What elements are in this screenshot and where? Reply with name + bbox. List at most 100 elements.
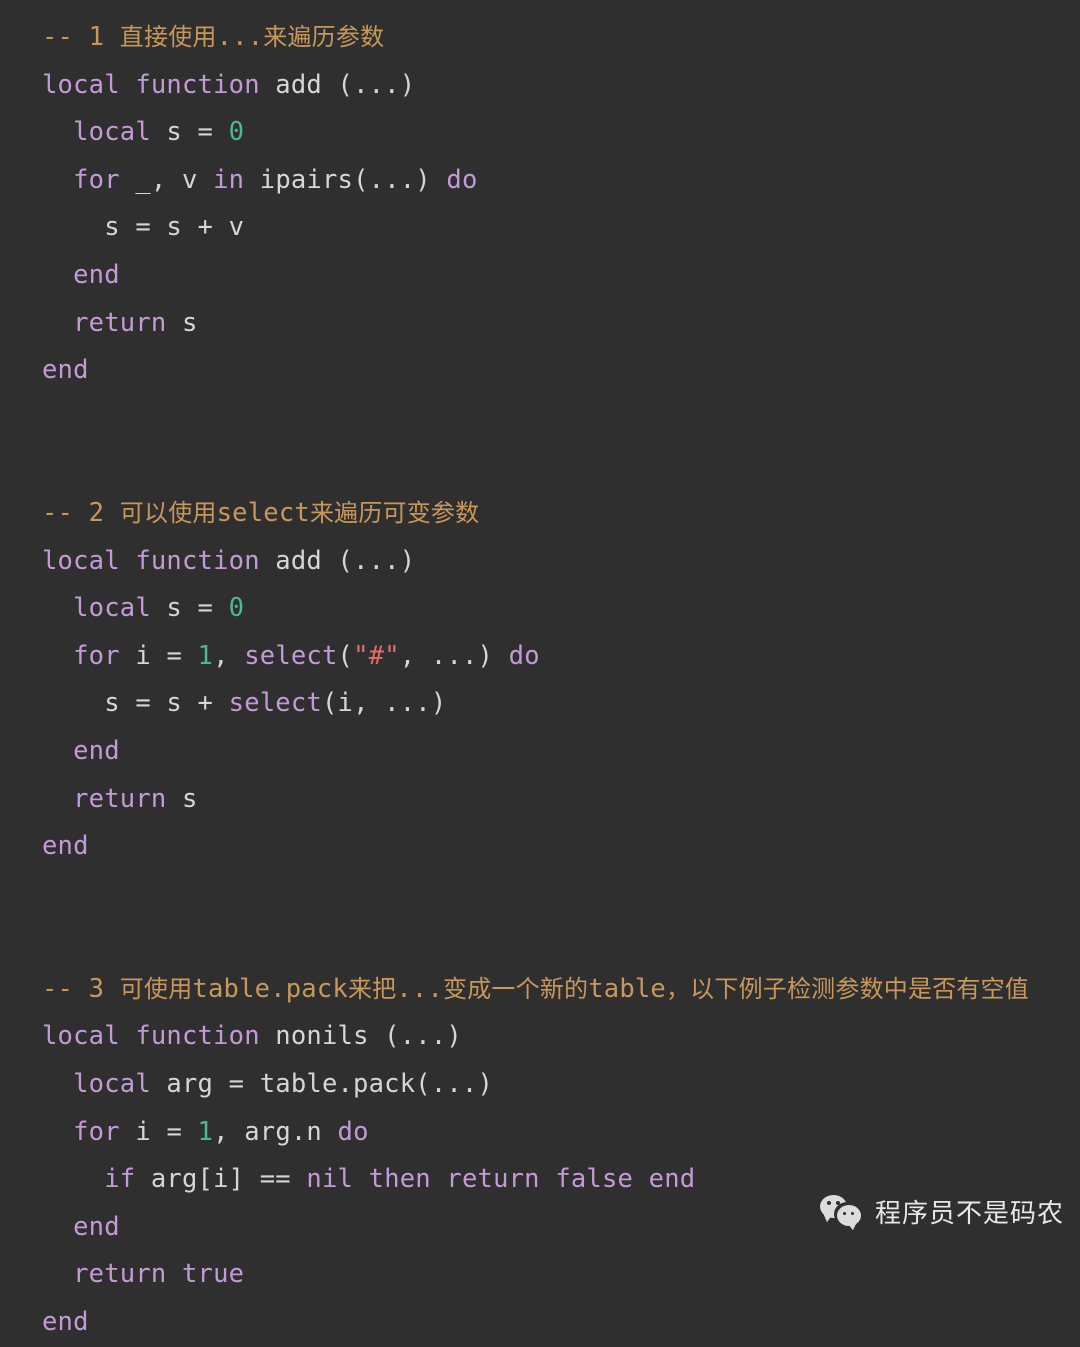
code-token-keyword: function [135,545,260,576]
wechat-bubble-small [836,1205,861,1226]
code-token-comment-cjk: 来遍历参数 [263,23,385,51]
code-line: local s = 0 [42,109,1080,157]
code-token-plain: i = [119,1116,198,1147]
code-token-comment-cjk: 来把 [347,974,397,1003]
watermark-label: 程序员不是码农 [874,1198,1064,1229]
code-token-comment-cjk: ，以下例子检测参数中是否有空值 [665,974,1029,1003]
code-line: end [42,252,1080,300]
code-token-plain: s [166,783,198,814]
code-token-comment: table.pack [192,973,348,1004]
code-token-comment: -- [42,973,89,1004]
code-token-keyword: then [368,1164,431,1195]
code-token-keyword: return [73,307,167,338]
code-line: local s = 0 [42,585,1080,633]
code-token-keyword: local [73,117,151,148]
code-token-comment [104,974,120,1004]
code-token-number: 1 [197,1116,214,1147]
watermark: 程序员不是码农 [819,1189,1064,1233]
code-token-plain: s = [150,117,229,148]
code-lines: -- 1 直接使用...来遍历参数 local function add (...… [42,14,1080,1347]
code-token-plain: ipairs(...) [244,164,447,195]
code-token-comment [104,22,120,52]
code-token-keyword: end [42,1307,89,1338]
code-token-number: 0 [228,117,245,148]
code-token-keyword: return [73,783,167,814]
code-token-plain: , arg.n [213,1116,338,1147]
code-token-plain: , ...) [399,640,509,671]
code-line: local function nonils (...) [42,1013,1080,1061]
code-token-keyword: for [73,1116,120,1147]
code-token-keyword: false [555,1164,634,1195]
code-token-plain: i = [119,640,198,671]
code-token-comment: table [588,973,666,1004]
code-token-keyword: for [73,164,120,195]
code-token-plain: s = s + [42,688,229,719]
code-token-comment: -- [42,22,89,52]
code-token-keyword: do [446,164,478,195]
wechat-icon [819,1193,864,1229]
code-token-comment: 3 [88,973,105,1004]
code-token-keyword: do [508,640,540,671]
code-token-comment-cjk: 直接使用 [119,23,217,51]
code-line: local function add (...) [42,62,1080,110]
code-token-plain: ( [337,640,354,671]
code-line: return s [42,300,1080,348]
code-token-keyword: function [135,69,260,100]
code-line: for i = 1, select("#", ...) do [42,633,1080,681]
code-token-comment: select [216,497,310,528]
code-token-keyword: local [42,69,120,100]
code-token-keyword: if [104,1164,136,1195]
code-token-keyword: function [135,1021,260,1052]
code-token-comment: 1 [88,22,105,52]
code-line: end [42,347,1080,395]
code-token-func: select [244,640,338,671]
code-token-comment [104,498,120,528]
code-token-number: 1 [197,640,214,671]
code-token-plain: _, v [119,164,214,195]
code-line: return s [42,776,1080,824]
code-token-plain: add (...) [259,69,416,100]
code-token-comment: 2 [88,497,105,528]
code-token-plain: , [213,640,245,671]
code-line: for _, v in ipairs(...) do [42,157,1080,205]
code-line: -- 2 可以使用select来遍历可变参数 [42,490,1080,538]
code-token-keyword: end [73,735,120,766]
code-token-comment: ... [216,22,264,52]
code-token-keyword: end [42,831,89,862]
code-token-keyword: end [73,1211,120,1242]
wechat-eye [835,1201,840,1205]
code-token-keyword: end [648,1164,696,1195]
code-token-comment: ... [396,973,444,1004]
code-token-keyword: do [337,1116,369,1147]
code-token-comment-cjk: 可使用 [119,974,193,1003]
code-block-surface: -- 1 直接使用...来遍历参数 local function add (...… [0,0,1080,1337]
code-token-keyword: end [73,259,120,290]
code-line: s = s + v [42,204,1080,252]
code-token-plain: add (...) [259,545,416,576]
code-token-plain: arg[i] == [135,1164,307,1195]
code-line: -- 1 直接使用...来遍历参数 [42,14,1080,62]
code-token-comment-cjk: 变成一个新的 [443,974,589,1003]
code-token-plain: s = s + v [42,212,245,243]
code-token-keyword: local [73,1069,151,1100]
